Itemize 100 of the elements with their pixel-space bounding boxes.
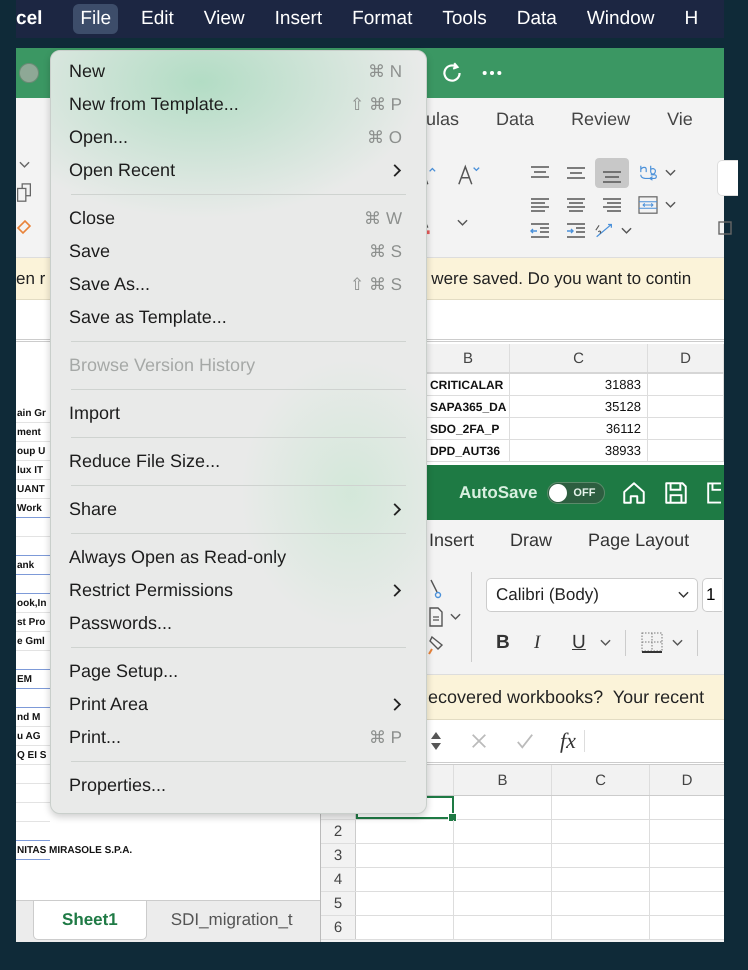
ribbon-tab[interactable]: Insert: [429, 530, 474, 550]
menu-item[interactable]: Open Recent: [51, 154, 426, 187]
more-icon[interactable]: [481, 69, 503, 77]
menu-item[interactable]: Restrict Permissions: [51, 574, 426, 607]
check-icon[interactable]: [516, 732, 534, 750]
menu-bar-item[interactable]: File: [73, 4, 118, 34]
chevron-down-icon[interactable]: [620, 226, 632, 234]
menu-bar-item[interactable]: View: [196, 4, 252, 34]
align-bottom-icon[interactable]: [595, 158, 629, 188]
column-header[interactable]: B: [454, 765, 552, 795]
column-header[interactable]: D: [650, 765, 724, 795]
align-left-icon[interactable]: [529, 196, 551, 214]
chevron-right-icon: [392, 502, 402, 517]
chevron-down-icon[interactable]: [672, 639, 683, 647]
stepper-icon[interactable]: [430, 730, 442, 752]
ribbon-tab[interactable]: Data: [496, 108, 534, 130]
merge-cells-icon[interactable]: [636, 196, 658, 214]
borders-icon[interactable]: [640, 631, 664, 655]
menu-item[interactable]: Import: [51, 397, 426, 430]
menu-item[interactable]: Passwords...: [51, 607, 426, 640]
save-edit-icon[interactable]: [705, 480, 722, 506]
menu-item[interactable]: Close ⌘ W: [51, 202, 426, 235]
menu-item[interactable]: Reduce File Size...: [51, 445, 426, 478]
increase-indent-icon[interactable]: [565, 222, 587, 240]
menu-item[interactable]: Page Setup...: [51, 655, 426, 688]
menu-item[interactable]: Properties...: [51, 769, 426, 802]
table-cell-text: 36112: [604, 421, 641, 436]
row-number[interactable]: 2: [334, 823, 342, 840]
home-icon[interactable]: [621, 480, 648, 506]
shrink-font-icon[interactable]: [457, 162, 481, 186]
chevron-down-icon[interactable]: [457, 218, 468, 226]
paste-icon[interactable]: [428, 607, 444, 627]
menu-item[interactable]: Print Area: [51, 688, 426, 721]
format-button[interactable]: U: [572, 632, 596, 654]
decrease-indent-icon[interactable]: [529, 222, 551, 240]
table-cell: ook,In: [16, 598, 46, 608]
function-button[interactable]: fx: [560, 728, 576, 754]
table-cell: ank: [16, 560, 34, 570]
row-number[interactable]: 3: [334, 847, 342, 864]
table-cell: ment: [16, 426, 41, 438]
table-cell-text: 35128: [604, 399, 641, 414]
table-cell: ain Gr: [16, 408, 46, 418]
align-right-icon[interactable]: [601, 196, 623, 214]
align-center-icon[interactable]: [565, 196, 587, 214]
ribbon-tab[interactable]: ulas: [426, 108, 460, 130]
row-number[interactable]: 6: [334, 919, 342, 936]
ribbon-tab[interactable]: Draw: [510, 530, 552, 550]
save-icon[interactable]: [663, 480, 690, 506]
shortcut-label: ⌘ N: [368, 61, 402, 82]
menu-item[interactable]: Always Open as Read-only: [51, 541, 426, 574]
menu-item[interactable]: Save ⌘ S: [51, 235, 426, 268]
menu-bar-item[interactable]: Window: [580, 4, 662, 34]
chevron-down-icon[interactable]: [664, 168, 676, 176]
brush-icon[interactable]: [428, 635, 444, 655]
chevron-down-icon[interactable]: [450, 613, 461, 621]
shortcut-label: ⌘ S: [368, 241, 402, 262]
column-header[interactable]: C: [552, 765, 650, 795]
autosave-toggle[interactable]: OFF: [547, 482, 606, 504]
menu-bar-item[interactable]: Data: [510, 4, 564, 34]
menu-bar-item[interactable]: cel: [16, 4, 50, 34]
ribbon-tab[interactable]: Review: [571, 108, 630, 130]
format-button[interactable]: B: [496, 632, 530, 654]
chevron-down-icon[interactable]: [600, 639, 611, 647]
menu-item[interactable]: Share: [51, 493, 426, 526]
menu-bar-item[interactable]: Format: [345, 4, 420, 34]
table-cell-text: 38933: [604, 443, 641, 458]
menu-bar-item[interactable]: H: [677, 4, 706, 34]
menu-item[interactable]: Open... ⌘ O: [51, 121, 426, 154]
table-cell: EM: [16, 674, 32, 684]
text-orientation-icon[interactable]: [592, 222, 614, 240]
menu-item[interactable]: New ⌘ N: [51, 55, 426, 88]
menu-bar-item[interactable]: Insert: [268, 4, 330, 34]
sheet-tab[interactable]: SDI_migration_t: [146, 901, 317, 939]
format-field[interactable]: [717, 160, 738, 196]
table-cell: st Pro: [16, 616, 46, 628]
chevron-down-icon: [678, 591, 689, 599]
format-button[interactable]: I: [534, 632, 568, 654]
menu-item[interactable]: Save As... ⇧ ⌘ S: [51, 268, 426, 301]
ribbon-tab[interactable]: Page Layout: [588, 530, 690, 550]
chevron-down-icon[interactable]: [18, 160, 30, 168]
font-name-dropdown[interactable]: Calibri (Body): [486, 578, 698, 612]
column-header[interactable]: C: [510, 344, 648, 372]
menu-bar-item[interactable]: Edit: [134, 4, 181, 34]
table-cell: oup U: [16, 446, 46, 456]
menu-item[interactable]: Print... ⌘ P: [51, 721, 426, 754]
shortcut-label: ⌘ W: [364, 208, 402, 229]
font-size-dropdown[interactable]: 1: [702, 578, 722, 612]
autosave-label: AutoSave: [459, 482, 538, 502]
row-number[interactable]: 5: [334, 895, 342, 912]
row-number[interactable]: 4: [334, 871, 342, 888]
menu-bar-item[interactable]: Tools: [435, 4, 494, 34]
menu-item[interactable]: New from Template... ⇧ ⌘ P: [51, 88, 426, 121]
copy-icon[interactable]: [16, 182, 32, 202]
chevron-right-icon: [392, 697, 402, 712]
chevron-down-icon[interactable]: [664, 200, 676, 208]
column-header[interactable]: D: [648, 344, 724, 372]
sheet-tab[interactable]: Sheet1: [33, 901, 147, 940]
ribbon-tab[interactable]: Vie: [667, 108, 693, 130]
notification-text: were saved. Do you want to contin: [431, 268, 692, 288]
scissors-icon[interactable]: [428, 579, 444, 599]
